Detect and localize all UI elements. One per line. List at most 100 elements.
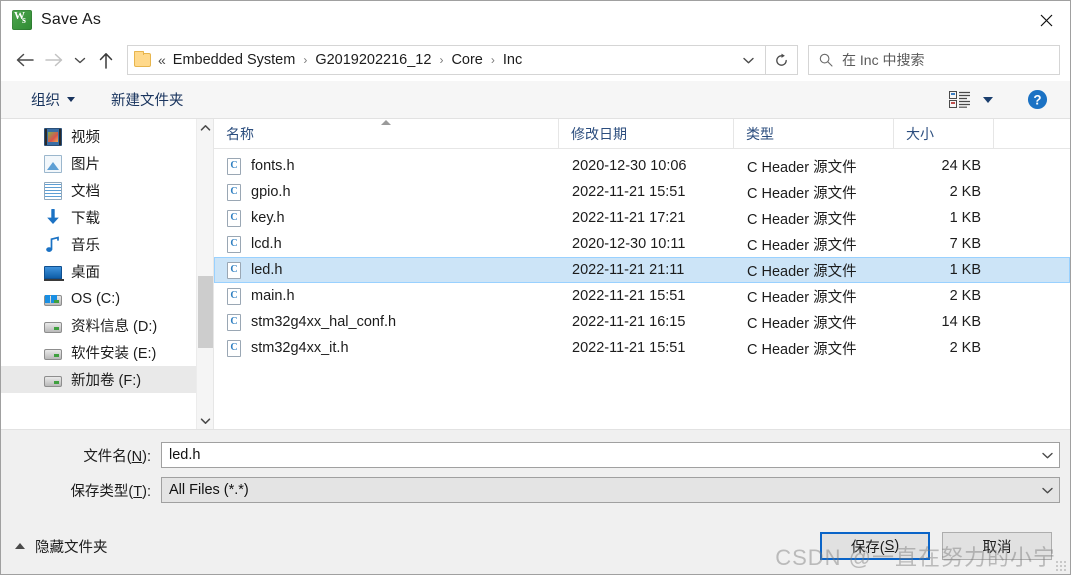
- scrollbar-track[interactable]: [197, 136, 214, 412]
- savetype-row: 保存类型(T): All Files (*.*): [11, 477, 1060, 503]
- back-button[interactable]: [9, 45, 39, 75]
- hide-folders-button[interactable]: 隐藏文件夹: [15, 536, 108, 557]
- forward-button[interactable]: [39, 45, 69, 75]
- table-row[interactable]: C lcd.h 2020-12-30 10:11 C Header 源文件 7 …: [214, 231, 1070, 257]
- chevron-up-icon: [15, 543, 25, 549]
- file-name: fonts.h: [251, 158, 295, 174]
- filename-dropdown-button[interactable]: [1035, 443, 1059, 467]
- file-type: C Header 源文件: [747, 263, 857, 280]
- table-row[interactable]: C gpio.h 2022-11-21 15:51 C Header 源文件 2…: [214, 179, 1070, 205]
- table-row[interactable]: C main.h 2022-11-21 15:51 C Header 源文件 2…: [214, 283, 1070, 309]
- save-button[interactable]: 保存(S): [820, 532, 930, 560]
- up-button[interactable]: [91, 45, 121, 75]
- savetype-dropdown-button[interactable]: [1035, 478, 1059, 502]
- dialog-footer: 隐藏文件夹 保存(S) 取消 CSDN @一直在努力的小宁: [1, 518, 1070, 574]
- savetype-label-post: ):: [142, 483, 151, 500]
- file-name-cell: C stm32g4xx_hal_conf.h: [215, 309, 560, 335]
- sidebar-item-label: 视频: [71, 130, 100, 146]
- sort-ascending-icon: [381, 119, 391, 125]
- file-name: stm32g4xx_it.h: [251, 340, 349, 356]
- sidebar-item-documents[interactable]: 文档: [1, 177, 213, 204]
- new-folder-button[interactable]: 新建文件夹: [103, 85, 192, 114]
- refresh-button[interactable]: [766, 45, 798, 75]
- help-button[interactable]: ?: [1027, 89, 1048, 110]
- file-name-cell: C led.h: [215, 257, 560, 283]
- save-label-post: ): [894, 538, 900, 554]
- sidebar-item-label: OS (C:): [71, 290, 121, 307]
- sidebar-item-music[interactable]: 音乐: [1, 231, 213, 258]
- sidebar-item-drive-f[interactable]: 新加卷 (F:): [1, 366, 213, 393]
- breadcrumb-item-2[interactable]: Core: [447, 50, 486, 70]
- sidebar-item-label: 资料信息 (D:): [71, 319, 158, 335]
- table-row-selected[interactable]: C led.h 2022-11-21 21:11 C Header 源文件 1 …: [214, 257, 1070, 283]
- change-view-button[interactable]: [949, 91, 993, 108]
- column-header-type[interactable]: 类型: [734, 118, 894, 149]
- file-name: led.h: [251, 262, 283, 278]
- sidebar-item-desktop[interactable]: 桌面: [1, 258, 213, 285]
- sidebar-item-label: 图片: [71, 157, 100, 173]
- file-size: 2 KB: [949, 288, 981, 304]
- cancel-button[interactable]: 取消: [942, 532, 1052, 560]
- column-header-size[interactable]: 大小: [894, 118, 994, 149]
- sidebar-item-os-drive[interactable]: OS (C:): [1, 285, 213, 312]
- sidebar-list: 视频 图片 文档 下载 音乐 桌面 OS (C:) 资料信息 (D:) 软件安装…: [1, 119, 213, 393]
- close-button[interactable]: [1022, 1, 1070, 39]
- column-header-name[interactable]: 名称: [214, 118, 559, 149]
- filename-input[interactable]: led.h: [161, 442, 1060, 468]
- sidebar-item-label: 新加卷 (F:): [71, 373, 142, 389]
- savetype-select[interactable]: All Files (*.*): [161, 477, 1060, 503]
- new-folder-label: 新建文件夹: [111, 93, 184, 109]
- column-header-date-modified[interactable]: 修改日期: [559, 118, 734, 149]
- scroll-down-button[interactable]: [197, 412, 214, 429]
- file-size: 24 KB: [941, 158, 982, 174]
- sidebar-item-drive-d[interactable]: 资料信息 (D:): [1, 312, 213, 339]
- organize-label: 组织: [31, 93, 60, 109]
- file-name-cell: C key.h: [215, 205, 560, 231]
- savetype-value: All Files (*.*): [169, 482, 249, 498]
- breadcrumb-overflow[interactable]: «: [158, 52, 169, 68]
- file-name-cell: C gpio.h: [215, 179, 560, 205]
- address-bar[interactable]: « Embedded System › G2019202216_12 › Cor…: [127, 45, 766, 75]
- sidebar-scrollbar[interactable]: [196, 119, 213, 429]
- table-row[interactable]: C key.h 2022-11-21 17:21 C Header 源文件 1 …: [214, 205, 1070, 231]
- file-type: C Header 源文件: [747, 185, 857, 202]
- up-arrow-icon: [99, 52, 113, 69]
- breadcrumb-item-0[interactable]: Embedded System: [169, 50, 300, 70]
- organize-button[interactable]: 组织: [23, 85, 83, 114]
- address-dropdown-button[interactable]: [735, 46, 761, 74]
- search-input[interactable]: 在 Inc 中搜索: [808, 45, 1060, 75]
- file-type: C Header 源文件: [747, 211, 857, 228]
- download-icon: [44, 207, 62, 227]
- chevron-down-icon: [74, 57, 86, 63]
- sidebar-item-label: 桌面: [71, 265, 100, 281]
- cancel-label: 取消: [982, 539, 1012, 556]
- chevron-down-icon: [742, 57, 754, 63]
- scroll-up-button[interactable]: [197, 119, 214, 136]
- file-size: 2 KB: [949, 184, 981, 200]
- recent-locations-button[interactable]: [69, 45, 91, 75]
- sidebar-item-drive-e[interactable]: 软件安装 (E:): [1, 339, 213, 366]
- resize-grip-icon[interactable]: [1055, 560, 1067, 572]
- table-row[interactable]: C stm32g4xx_hal_conf.h 2022-11-21 16:15 …: [214, 309, 1070, 335]
- svg-text:?: ?: [1033, 92, 1041, 107]
- scrollbar-thumb[interactable]: [197, 276, 213, 348]
- file-type: C Header 源文件: [747, 341, 857, 358]
- sidebar-item-videos[interactable]: 视频: [1, 123, 213, 150]
- music-icon: [44, 236, 62, 254]
- filename-label: 文件名(N):: [11, 445, 161, 466]
- sidebar-item-pictures[interactable]: 图片: [1, 150, 213, 177]
- column-header-label: 修改日期: [571, 125, 627, 142]
- file-name: stm32g4xx_hal_conf.h: [251, 314, 397, 330]
- table-row[interactable]: C stm32g4xx_it.h 2022-11-21 15:51 C Head…: [214, 335, 1070, 361]
- table-row[interactable]: C fonts.h 2020-12-30 10:06 C Header 源文件 …: [214, 153, 1070, 179]
- file-date: 2022-11-21 16:15: [572, 314, 686, 330]
- breadcrumb-item-1[interactable]: G2019202216_12: [311, 50, 435, 70]
- save-as-dialog: Save As: [0, 0, 1071, 575]
- drive-icon: [44, 376, 62, 387]
- column-header-filler: [994, 119, 1070, 149]
- navigation-pane: 视频 图片 文档 下载 音乐 桌面 OS (C:) 资料信息 (D:) 软件安装…: [1, 119, 213, 429]
- savetype-label: 保存类型(T):: [11, 480, 161, 501]
- file-list-rows: C fonts.h 2020-12-30 10:06 C Header 源文件 …: [214, 149, 1070, 429]
- sidebar-item-downloads[interactable]: 下载: [1, 204, 213, 231]
- breadcrumb-item-3[interactable]: Inc: [499, 50, 526, 70]
